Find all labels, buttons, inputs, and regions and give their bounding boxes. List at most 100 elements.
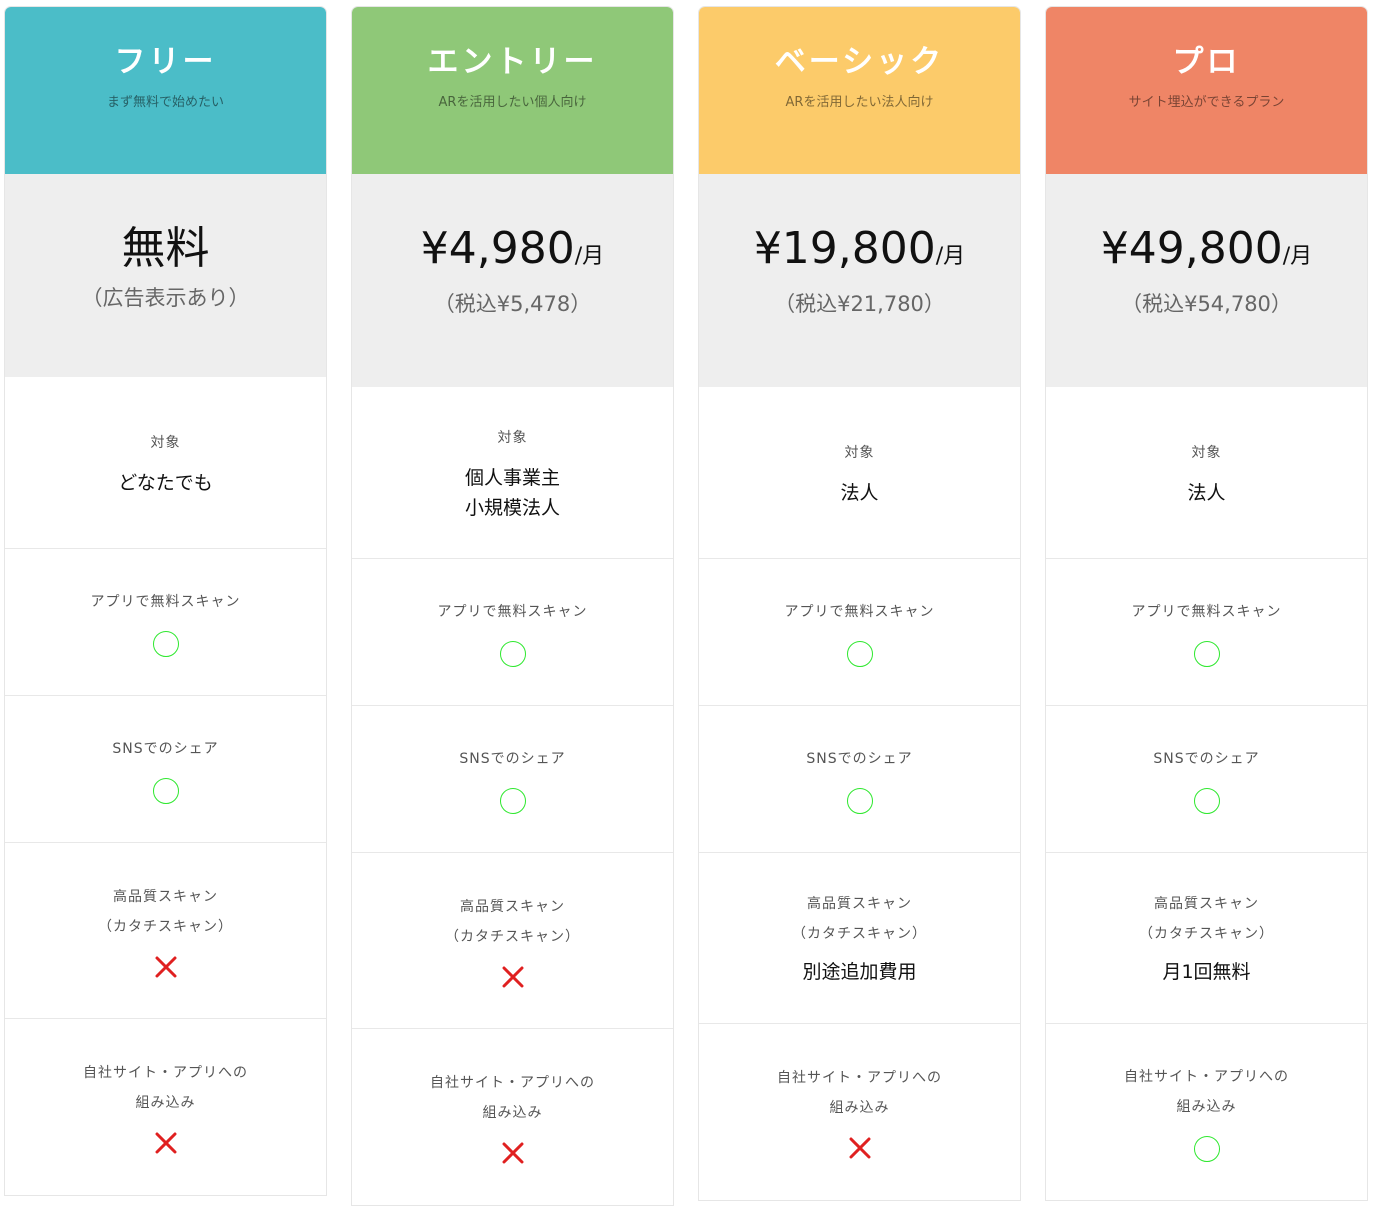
feature-hq-scan: 高品質スキャン （カタチスキャン） 月1回無料 [1046, 852, 1367, 1023]
feature-label: 組み込み [829, 1100, 890, 1116]
feature-label: 高品質スキャン [1154, 896, 1259, 912]
circle-icon [152, 631, 179, 657]
feature-label: 自社サイト・アプリへの [430, 1075, 595, 1091]
feature-label: 対象 [1191, 444, 1222, 461]
cross-icon [155, 956, 176, 977]
feature-hq-scan: 高品質スキャン （カタチスキャン） [352, 852, 673, 1028]
cross-icon [155, 1132, 176, 1154]
circle-icon [846, 788, 873, 814]
feature-hq-scan: 高品質スキャン （カタチスキャン） 別途追加費用 [699, 852, 1020, 1023]
plan-header-pro: プロ サイト埋込ができるプラン [1046, 7, 1367, 174]
feature-label: 自社サイト・アプリへの [1124, 1069, 1289, 1085]
price-note: （税込¥54,780） [1121, 292, 1292, 316]
price-block: 無料 （広告表示あり） [5, 174, 326, 377]
feature-sns: SNSでのシェア [5, 695, 326, 842]
feature-label: SNSでのシェア [1153, 751, 1260, 767]
feature-value: 月1回無料 [1162, 961, 1251, 983]
cross-icon [849, 1137, 870, 1159]
plan-name: フリー [114, 44, 217, 80]
feature-app-scan: アプリで無料スキャン [5, 548, 326, 695]
feature-value: 小規模法人 [464, 496, 560, 519]
circle-icon [499, 641, 526, 667]
feature-app-scan: アプリで無料スキャン [1046, 558, 1367, 705]
circle-icon [1193, 641, 1220, 667]
feature-label: 対象 [150, 434, 181, 451]
feature-value: 別途追加費用 [802, 961, 917, 983]
plan-header-entry: エントリー ARを活用したい個人向け [352, 7, 673, 174]
plan-subtitle: まず無料で始めたい [106, 95, 224, 110]
feature-label: 自社サイト・アプリへの [83, 1065, 248, 1081]
feature-label: 対象 [497, 429, 528, 446]
feature-label: 対象 [844, 444, 875, 461]
feature-label: （カタチスキャン） [1139, 926, 1274, 942]
feature-label: アプリで無料スキャン [90, 594, 241, 610]
circle-icon [1193, 788, 1220, 814]
feature-label: アプリで無料スキャン [1131, 604, 1282, 620]
plan-name: ベーシック [774, 44, 945, 80]
feature-label: SNSでのシェア [459, 751, 566, 767]
feature-label: 高品質スキャン [113, 888, 218, 905]
price-note: （税込¥5,478） [433, 292, 592, 316]
plan-subtitle: ARを活用したい法人向け [785, 95, 934, 110]
cross-icon [502, 1142, 523, 1164]
feature-sns: SNSでのシェア [1046, 705, 1367, 852]
price-block: ¥4,980/月 （税込¥5,478） [352, 174, 673, 387]
price-unit: /月 [574, 244, 605, 269]
feature-app-scan: アプリで無料スキャン [699, 558, 1020, 705]
price-amount: ¥49,800 [1100, 223, 1283, 274]
feature-label: 自社サイト・アプリへの [777, 1070, 942, 1086]
circle-icon [1193, 1136, 1220, 1162]
price: ¥49,800/月 [1046, 224, 1367, 282]
price: ¥19,800/月 [699, 224, 1020, 282]
plan-name: プロ [1172, 44, 1241, 80]
price-block: ¥19,800/月 （税込¥21,780） [699, 174, 1020, 387]
feature-label: 組み込み [1176, 1099, 1237, 1115]
feature-value: どなたでも [118, 471, 213, 494]
plan-card-pro: プロ サイト埋込ができるプラン ¥49,800/月 （税込¥54,780） 対象… [1045, 6, 1368, 1201]
feature-value: 法人 [1187, 481, 1226, 504]
price: ¥4,980/月 [352, 224, 673, 282]
feature-label: SNSでのシェア [806, 751, 913, 767]
plan-card-free: フリー まず無料で始めたい 無料 （広告表示あり） 対象 どなたでも アプリで無… [4, 6, 327, 1196]
feature-label: 高品質スキャン [807, 896, 912, 912]
plan-header-free: フリー まず無料で始めたい [5, 7, 326, 174]
feature-value: 個人事業主 [464, 466, 560, 489]
feature-label: アプリで無料スキャン [784, 604, 935, 620]
feature-target: 対象 どなたでも [5, 377, 326, 548]
feature-sns: SNSでのシェア [699, 705, 1020, 852]
feature-app-scan: アプリで無料スキャン [352, 558, 673, 705]
price-note: （税込¥21,780） [774, 292, 945, 316]
feature-embed: 自社サイト・アプリへの 組み込み [352, 1028, 673, 1205]
feature-label: 組み込み [135, 1095, 196, 1111]
feature-sns: SNSでのシェア [352, 705, 673, 852]
feature-embed: 自社サイト・アプリへの 組み込み [5, 1018, 326, 1195]
feature-label: （カタチスキャン） [445, 928, 580, 945]
price-amount: ¥4,980 [420, 223, 575, 274]
feature-target: 対象 法人 [699, 387, 1020, 558]
feature-label: 高品質スキャン [460, 898, 565, 915]
feature-hq-scan: 高品質スキャン （カタチスキャン） [5, 842, 326, 1018]
circle-icon [499, 788, 526, 814]
feature-label: （カタチスキャン） [792, 926, 927, 942]
price: 無料 [5, 224, 326, 282]
feature-embed: 自社サイト・アプリへの 組み込み [699, 1023, 1020, 1200]
plan-subtitle: サイト埋込ができるプラン [1128, 95, 1285, 110]
feature-label: 組み込み [482, 1105, 543, 1121]
feature-target: 対象 個人事業主 小規模法人 [352, 387, 673, 558]
plan-header-basic: ベーシック ARを活用したい法人向け [699, 7, 1020, 174]
feature-label: （カタチスキャン） [98, 918, 233, 935]
price-note: （広告表示あり） [81, 286, 250, 310]
pricing-plans: フリー まず無料で始めたい 無料 （広告表示あり） 対象 どなたでも アプリで無… [0, 0, 1377, 1209]
price-amount: 無料 [121, 223, 210, 274]
plan-card-entry: エントリー ARを活用したい個人向け ¥4,980/月 （税込¥5,478） 対… [351, 6, 674, 1206]
feature-label: SNSでのシェア [112, 741, 219, 757]
plan-subtitle: ARを活用したい個人向け [438, 95, 587, 110]
price-block: ¥49,800/月 （税込¥54,780） [1046, 174, 1367, 387]
price-unit: /月 [1282, 244, 1313, 269]
cross-icon [502, 966, 523, 987]
price-unit: /月 [935, 244, 966, 269]
feature-label: アプリで無料スキャン [437, 604, 588, 620]
feature-embed: 自社サイト・アプリへの 組み込み [1046, 1023, 1367, 1200]
plan-card-basic: ベーシック ARを活用したい法人向け ¥19,800/月 （税込¥21,780）… [698, 6, 1021, 1201]
circle-icon [846, 641, 873, 667]
